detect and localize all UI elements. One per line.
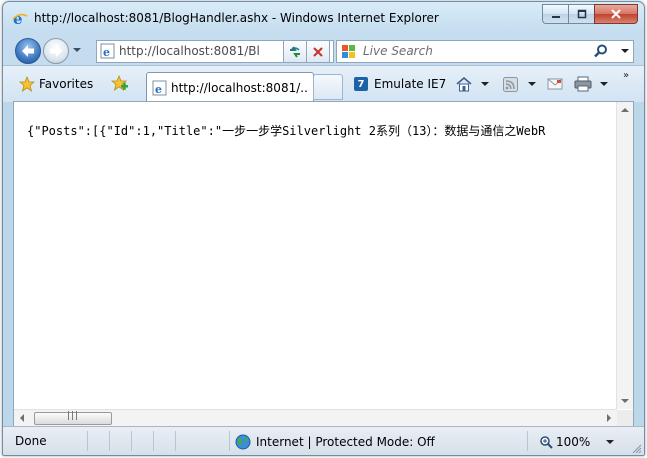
status-divider bbox=[131, 431, 132, 451]
caption-buttons bbox=[542, 4, 638, 24]
magnifier-icon[interactable] bbox=[593, 43, 609, 59]
star-icon bbox=[19, 76, 35, 92]
search-box[interactable]: Live Search bbox=[336, 40, 634, 63]
search-placeholder: Live Search bbox=[363, 44, 433, 58]
close-icon bbox=[611, 9, 621, 19]
emulate-ie7-label: Emulate IE7 bbox=[374, 77, 447, 91]
feeds-button[interactable] bbox=[503, 75, 536, 93]
refresh-button[interactable] bbox=[283, 40, 307, 63]
status-divider bbox=[153, 431, 154, 451]
home-button[interactable] bbox=[455, 75, 489, 93]
emulate-ie7-button[interactable]: 7 Emulate IE7 bbox=[354, 75, 446, 93]
zoom-icon bbox=[540, 436, 553, 449]
chevron-down-icon[interactable] bbox=[606, 440, 615, 444]
title-bar: e http://localhost:8081/BlogHandler.ashx… bbox=[3, 2, 644, 35]
minimize-icon bbox=[551, 16, 560, 18]
tab-title: http://localhost:8081/... bbox=[171, 81, 309, 95]
recent-pages-dropdown[interactable] bbox=[73, 48, 81, 52]
status-divider bbox=[109, 431, 110, 451]
tab-current-page[interactable]: e http://localhost:8081/... bbox=[146, 72, 314, 103]
scroll-up-arrow-icon[interactable] bbox=[621, 108, 629, 112]
ie-page-icon: e bbox=[12, 10, 28, 26]
close-button[interactable] bbox=[594, 4, 638, 24]
add-favorite-icon[interactable] bbox=[111, 75, 129, 93]
scroll-right-arrow-icon[interactable] bbox=[607, 414, 611, 422]
toolbar-overflow-chevron[interactable]: » bbox=[623, 70, 629, 81]
favorites-button[interactable]: Favorites bbox=[19, 75, 93, 93]
status-divider bbox=[527, 431, 528, 451]
maximize-button[interactable] bbox=[568, 4, 594, 24]
svg-text:e: e bbox=[103, 46, 110, 59]
resize-grip-icon[interactable] bbox=[632, 444, 642, 454]
vertical-scrollbar[interactable] bbox=[616, 102, 633, 409]
globe-icon bbox=[235, 434, 251, 450]
printer-icon bbox=[574, 76, 592, 92]
status-text: Done bbox=[15, 434, 47, 448]
search-options-dropdown[interactable] bbox=[621, 49, 629, 53]
ie-page-icon: e bbox=[100, 43, 115, 59]
ie7-badge-icon: 7 bbox=[354, 77, 368, 91]
chevron-down-icon[interactable] bbox=[600, 82, 608, 86]
security-zone-label: Internet | Protected Mode: Off bbox=[256, 435, 435, 449]
new-tab-button[interactable] bbox=[313, 74, 343, 100]
security-zone[interactable]: Internet | Protected Mode: Off bbox=[235, 433, 435, 451]
read-mail-button[interactable] bbox=[547, 75, 563, 93]
status-divider bbox=[229, 431, 230, 451]
forward-button[interactable] bbox=[43, 38, 69, 64]
back-button[interactable] bbox=[15, 38, 41, 64]
browser-window: e http://localhost:8081/BlogHandler.ashx… bbox=[2, 1, 645, 456]
status-divider bbox=[87, 431, 88, 451]
svg-text:e: e bbox=[155, 83, 162, 96]
chevron-down-icon[interactable] bbox=[528, 82, 536, 86]
scrollbar-corner bbox=[617, 410, 633, 426]
mail-icon bbox=[547, 78, 563, 90]
horizontal-scroll-thumb[interactable]: ||| bbox=[34, 411, 112, 425]
forward-arrow-icon bbox=[50, 45, 62, 57]
rss-feed-icon bbox=[503, 76, 518, 92]
stop-button[interactable] bbox=[306, 40, 330, 63]
favorites-label: Favorites bbox=[39, 77, 94, 91]
home-icon bbox=[456, 76, 472, 92]
back-arrow-icon bbox=[22, 45, 34, 57]
navigation-bar: e http://localhost:8081/Bl Live Search bbox=[3, 35, 644, 65]
horizontal-scrollbar[interactable]: ||| bbox=[14, 409, 617, 426]
maximize-icon bbox=[577, 9, 586, 19]
minimize-button[interactable] bbox=[542, 4, 568, 24]
json-response-text: {"Posts":[{"Id":1,"Title":"一步一步学Silverli… bbox=[27, 124, 546, 138]
tab-command-bar: Favorites e http://localhost:8081/... 7 … bbox=[3, 65, 644, 103]
chevron-down-icon[interactable] bbox=[481, 82, 489, 86]
page-content: {"Posts":[{"Id":1,"Title":"一步一步学Silverli… bbox=[13, 101, 634, 427]
status-bar: Done Internet | Protected Mode: Off 100% bbox=[3, 426, 644, 455]
window-title: http://localhost:8081/BlogHandler.ashx -… bbox=[34, 11, 439, 25]
address-text[interactable]: http://localhost:8081/Bl bbox=[119, 44, 309, 58]
zoom-control[interactable]: 100% bbox=[539, 433, 615, 451]
scroll-down-arrow-icon[interactable] bbox=[621, 399, 629, 403]
refresh-icon bbox=[290, 45, 300, 58]
zoom-level: 100% bbox=[556, 435, 591, 449]
windows-logo-icon bbox=[342, 45, 355, 58]
print-button[interactable] bbox=[574, 75, 608, 93]
status-divider bbox=[175, 431, 176, 451]
ie-page-icon: e bbox=[152, 80, 167, 96]
scroll-left-arrow-icon[interactable] bbox=[20, 414, 24, 422]
stop-icon bbox=[313, 46, 323, 57]
thumb-grip-icon: ||| bbox=[67, 411, 80, 421]
